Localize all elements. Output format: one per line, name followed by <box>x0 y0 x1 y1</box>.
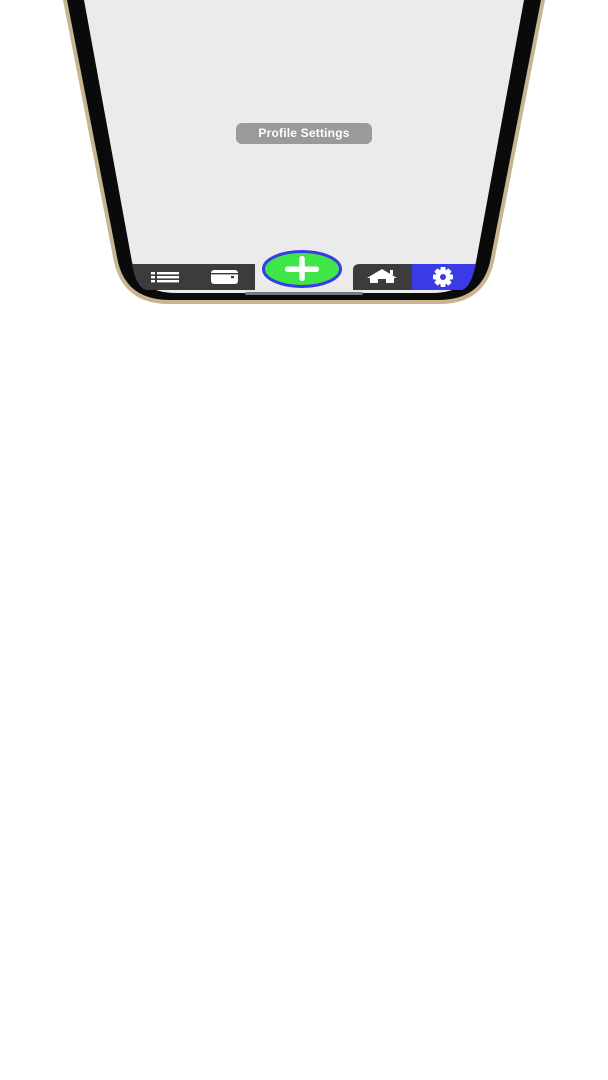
tab-list[interactable] <box>140 264 190 290</box>
profile-settings-label: Profile Settings <box>236 123 372 144</box>
plus-icon <box>262 250 342 288</box>
tab-home[interactable] <box>358 264 408 290</box>
wallet-icon <box>211 270 238 284</box>
list-icon <box>151 272 179 283</box>
add-button[interactable] <box>262 250 342 288</box>
tab-settings[interactable] <box>414 264 472 290</box>
home-icon <box>367 269 397 283</box>
page: Profile Settings <box>0 0 608 1080</box>
home-indicator <box>245 292 363 295</box>
tab-wallet[interactable] <box>200 264 250 290</box>
gear-icon <box>433 267 453 287</box>
